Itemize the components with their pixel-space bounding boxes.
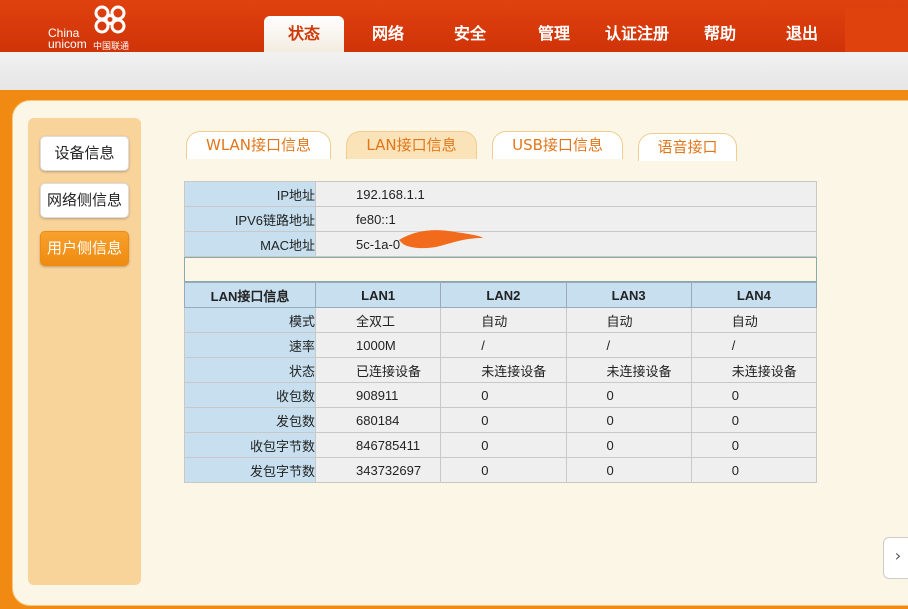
logo-english: China unicom	[48, 26, 87, 51]
nav-status[interactable]: 状态	[264, 16, 344, 52]
row-label: 收包字节数	[184, 432, 316, 458]
nav-management[interactable]: 管理	[518, 16, 590, 52]
table-cell: 未连接设备	[690, 357, 818, 383]
redaction-scribble	[399, 230, 483, 249]
column-header: LAN2	[440, 282, 567, 308]
ip-address-label: IP地址	[184, 181, 316, 207]
lan-interface-table: LAN接口信息 LAN1 LAN2 LAN3 LAN4 模式 全双工 自动 自动…	[184, 282, 818, 483]
top-bar: China unicom 中国联通 状态 网络 安全 管理 认证注册 帮助 退出	[0, 0, 908, 52]
table-row: 收包字节数 846785411 0 0 0	[184, 432, 818, 458]
table-cell: 自动	[440, 307, 567, 333]
table-cell: 自动	[690, 307, 818, 333]
table-spacer	[184, 257, 817, 282]
table-cell: 0	[690, 407, 818, 433]
top-bar-tail	[845, 8, 908, 52]
table-cell: 已连接设备	[314, 357, 442, 383]
tab-wlan-info[interactable]: WLAN接口信息	[186, 131, 331, 159]
table-cell: 0	[440, 382, 567, 408]
table-cell: 680184	[314, 407, 442, 433]
table-cell: 0	[565, 432, 692, 458]
table-row: 发包数 680184 0 0 0	[184, 407, 818, 433]
table-cell: 自动	[565, 307, 692, 333]
row-label: 速率	[184, 332, 316, 358]
table-cell: 0	[690, 457, 818, 483]
sidebar-item-network-side-info[interactable]: 网络侧信息	[40, 183, 129, 218]
row-label: 状态	[184, 357, 316, 383]
table-cell: 0	[565, 382, 692, 408]
tab-usb-info[interactable]: USB接口信息	[492, 131, 623, 159]
row-label: 模式	[184, 307, 316, 333]
table-row: 收包数 908911 0 0 0	[184, 382, 818, 408]
table-cell: 0	[440, 432, 567, 458]
column-header: LAN4	[690, 282, 818, 308]
table-cell: 343732697	[314, 457, 442, 483]
table-cell: /	[690, 332, 818, 358]
table-row: IPV6链路地址 fe80::1	[184, 206, 817, 232]
table-row: 模式 全双工 自动 自动 自动	[184, 307, 818, 333]
table-cell: /	[440, 332, 567, 358]
column-header: LAN3	[565, 282, 692, 308]
row-label: 发包字节数	[184, 457, 316, 483]
ipv6-link-address-value: fe80::1	[315, 206, 817, 232]
nav-logout[interactable]: 退出	[766, 16, 838, 52]
table-row: 速率 1000M / / /	[184, 332, 818, 358]
table-cell: 未连接设备	[440, 357, 567, 383]
logo-chinese: 中国联通	[93, 41, 130, 51]
table-row: 发包字节数 343732697 0 0 0	[184, 457, 818, 483]
row-label: 发包数	[184, 407, 316, 433]
table-row: IP地址 192.168.1.1	[184, 181, 817, 207]
tab-lan-info[interactable]: LAN接口信息	[346, 131, 477, 159]
table-row: MAC地址 5c-1a-0	[184, 231, 817, 257]
table-cell: 0	[690, 382, 818, 408]
table-cell: 0	[440, 407, 567, 433]
mac-address-value: 5c-1a-0	[315, 231, 817, 257]
table-cell: 0	[565, 407, 692, 433]
china-unicom-logo: China unicom 中国联通	[46, 4, 136, 51]
table-cell: 846785411	[314, 432, 442, 458]
sub-bar	[0, 52, 908, 90]
chevron-right-icon[interactable]: ›	[883, 537, 908, 579]
nav-security[interactable]: 安全	[434, 16, 506, 52]
sidebar: 设备信息 网络侧信息 用户侧信息	[28, 118, 141, 585]
mac-address-label: MAC地址	[184, 231, 316, 257]
row-label: 收包数	[184, 382, 316, 408]
nav-auth-register[interactable]: 认证注册	[598, 16, 676, 52]
nav-help[interactable]: 帮助	[684, 16, 756, 52]
table-cell: 0	[690, 432, 818, 458]
ip-address-value: 192.168.1.1	[315, 181, 817, 207]
table-row: 状态 已连接设备 未连接设备 未连接设备 未连接设备	[184, 357, 818, 383]
table-cell: 全双工	[314, 307, 442, 333]
column-header: LAN1	[314, 282, 442, 308]
nav-network[interactable]: 网络	[352, 16, 424, 52]
table-header-row: LAN接口信息 LAN1 LAN2 LAN3 LAN4	[184, 282, 818, 308]
table-cell: 1000M	[314, 332, 442, 358]
table-cell: 0	[440, 457, 567, 483]
sidebar-item-device-info[interactable]: 设备信息	[40, 136, 129, 171]
column-header: LAN接口信息	[184, 282, 316, 308]
table-cell: 0	[565, 457, 692, 483]
interface-info-table: IP地址 192.168.1.1 IPV6链路地址 fe80::1 MAC地址 …	[184, 181, 817, 257]
sidebar-item-user-side-info[interactable]: 用户侧信息	[40, 231, 129, 266]
table-cell: 未连接设备	[565, 357, 692, 383]
table-cell: 908911	[314, 382, 442, 408]
ipv6-link-address-label: IPV6链路地址	[184, 206, 316, 232]
tab-voice[interactable]: 语音接口	[638, 133, 737, 161]
unicom-knot-icon	[94, 5, 126, 34]
table-cell: /	[565, 332, 692, 358]
